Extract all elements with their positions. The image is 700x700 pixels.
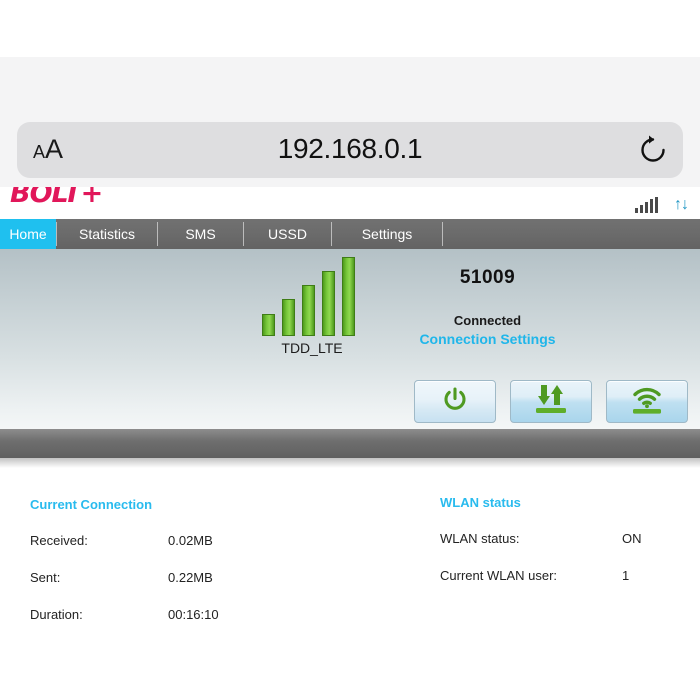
info-row: Duration: 00:16:10 — [30, 607, 360, 622]
received-label: Received: — [30, 533, 168, 548]
power-icon — [442, 386, 468, 417]
divider-band — [0, 429, 700, 458]
duration-value: 00:16:10 — [168, 607, 219, 622]
brand-logo: BOLT+ — [10, 187, 102, 209]
divider-band-shadow — [0, 458, 700, 468]
tab-home[interactable]: Home — [0, 219, 56, 249]
wlan-status-label: WLAN status: — [440, 531, 622, 546]
info-row: Sent: 0.22MB — [30, 570, 360, 585]
received-value: 0.02MB — [168, 533, 213, 548]
hero-panel: TDD_LTE 51009 Connected Connection Setti… — [0, 249, 700, 429]
ios-status-bar: 15.54 — [0, 57, 700, 109]
wlan-user-label: Current WLAN user: — [440, 568, 622, 583]
tab-statistics-label: Statistics — [79, 226, 135, 242]
tab-settings[interactable]: Settings — [332, 219, 442, 249]
action-buttons — [414, 380, 688, 423]
data-connection-button[interactable] — [510, 380, 592, 423]
tab-ussd-label: USSD — [268, 226, 307, 242]
tab-sms[interactable]: SMS — [158, 219, 243, 249]
sent-label: Sent: — [30, 570, 168, 585]
router-header: BOLT+ ↑↓ — [0, 187, 700, 219]
current-connection-panel: Current Connection Received: 0.02MB Sent… — [30, 497, 360, 644]
tab-home-label: Home — [9, 226, 46, 242]
connection-state: Connected — [400, 313, 575, 328]
tab-ussd[interactable]: USSD — [244, 219, 331, 249]
wlan-status-panel: WLAN status WLAN status: ON Current WLAN… — [440, 495, 690, 605]
wifi-button[interactable] — [606, 380, 688, 423]
wlan-user-value: 1 — [622, 568, 629, 583]
info-row: WLAN status: ON — [440, 531, 690, 546]
signal-bars-icon — [635, 197, 658, 213]
operator-code: 51009 — [400, 267, 575, 289]
upload-download-icon: ↑↓ — [674, 197, 688, 213]
nav-tabs: Home Statistics SMS USSD Settings — [0, 219, 700, 249]
screenshot-root: 15.54 AA 192.168.0.1 — [0, 0, 700, 700]
wlan-status-title: WLAN status — [440, 495, 690, 510]
duration-label: Duration: — [30, 607, 168, 622]
tab-separator — [442, 222, 443, 246]
tab-statistics[interactable]: Statistics — [57, 219, 157, 249]
signal-strength-bars-icon — [262, 257, 355, 336]
network-type-label: TDD_LTE — [262, 340, 362, 356]
wifi-icon — [618, 383, 676, 420]
network-signal-graphic: TDD_LTE — [262, 271, 362, 351]
reload-icon[interactable] — [638, 134, 668, 166]
info-row: Current WLAN user: 1 — [440, 568, 690, 583]
power-button[interactable] — [414, 380, 496, 423]
upload-download-icon — [522, 383, 580, 420]
url-text[interactable]: 192.168.0.1 — [0, 133, 700, 165]
header-status-icons: ↑↓ — [635, 193, 688, 213]
tab-settings-label: Settings — [362, 226, 413, 242]
current-connection-title: Current Connection — [30, 497, 360, 512]
connection-settings-link[interactable]: Connection Settings — [400, 331, 575, 347]
tab-sms-label: SMS — [185, 226, 215, 242]
wlan-status-value: ON — [622, 531, 642, 546]
connection-info: 51009 Connected Connection Settings — [400, 267, 575, 347]
sent-value: 0.22MB — [168, 570, 213, 585]
info-row: Received: 0.02MB — [30, 533, 360, 548]
router-web-page: BOLT+ ↑↓ Home Statistics SMS USSD — [0, 187, 700, 700]
